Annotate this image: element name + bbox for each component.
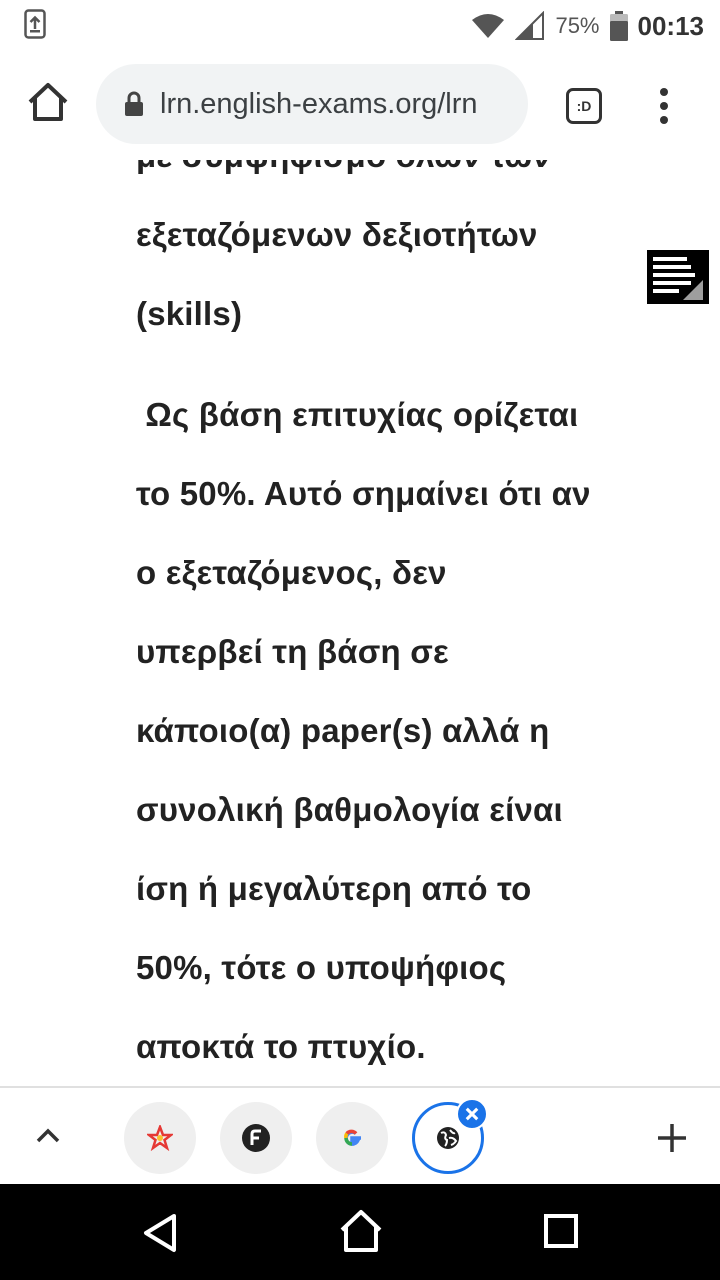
browser-toolbar: lrn.english-exams.org/lrn :D — [0, 50, 720, 160]
status-icons: 75% 00:13 — [471, 6, 704, 46]
text-line: (skills) — [136, 295, 243, 332]
google-favicon-icon — [344, 1129, 361, 1146]
text-line: ίση ή μεγαλύτερη από το — [136, 870, 532, 907]
paragraph-skills: με συμψηφισμό όλων των εξεταζόμενων δεξι… — [136, 160, 656, 353]
close-icon[interactable] — [456, 1098, 488, 1130]
more-vert-icon[interactable] — [652, 86, 676, 126]
url-bar[interactable]: lrn.english-exams.org/lrn — [96, 64, 528, 144]
tab-star-site[interactable] — [124, 1102, 196, 1174]
f-favicon-icon — [242, 1124, 270, 1152]
tab-strip — [0, 1086, 720, 1184]
battery-percent: 75% — [555, 13, 600, 38]
document-overlay-icon[interactable] — [647, 250, 709, 304]
wifi-icon — [472, 14, 505, 38]
tab-switcher-button[interactable]: :D — [566, 88, 602, 124]
tab-google[interactable] — [316, 1102, 388, 1174]
recents-icon[interactable] — [544, 1214, 578, 1248]
home-icon[interactable] — [338, 1208, 384, 1254]
paragraph-pass-mark: Ως βάση επιτυχίας ορίζεται το 50%. Αυτό … — [136, 375, 656, 1086]
lock-icon — [125, 91, 143, 116]
globe-favicon-icon — [437, 1127, 459, 1149]
status-bar: 75% 00:13 — [0, 0, 720, 50]
plus-icon[interactable] — [656, 1122, 688, 1154]
text-line: 50%, τότε ο υποψήφιος — [136, 949, 507, 986]
text-line: κάποιο(α) paper(s) αλλά η — [136, 712, 550, 749]
android-nav-bar — [0, 1184, 720, 1280]
home-icon[interactable] — [26, 80, 70, 124]
tab-f-site[interactable] — [220, 1102, 292, 1174]
battery-icon — [609, 11, 628, 41]
text-line: Ως βάση επιτυχίας ορίζεται — [136, 396, 579, 433]
text-line: συνολική βαθμολογία είναι — [136, 791, 563, 828]
chevron-up-icon[interactable] — [34, 1124, 62, 1146]
text-line: ο εξεταζόμενος, δεν — [136, 554, 447, 591]
back-icon[interactable] — [140, 1212, 180, 1254]
text-line: το 50%. Αυτό σημαίνει ότι αν — [136, 475, 591, 512]
url-text: lrn.english-exams.org/lrn — [160, 87, 478, 120]
text-line: αποκτά το πτυχίο. — [136, 1028, 426, 1065]
text-line: υπερβεί τη βάση σε — [136, 633, 449, 670]
star-favicon-icon — [147, 1125, 173, 1151]
screenshot-upload-icon — [24, 9, 46, 39]
clock: 00:13 — [637, 10, 705, 41]
signal-icon — [515, 11, 545, 40]
text-line: με συμψηφισμό όλων των — [136, 160, 656, 195]
page-content: με συμψηφισμό όλων των εξεταζόμενων δεξι… — [0, 160, 720, 1088]
text-line: εξεταζόμενων δεξιοτήτων — [136, 216, 538, 253]
